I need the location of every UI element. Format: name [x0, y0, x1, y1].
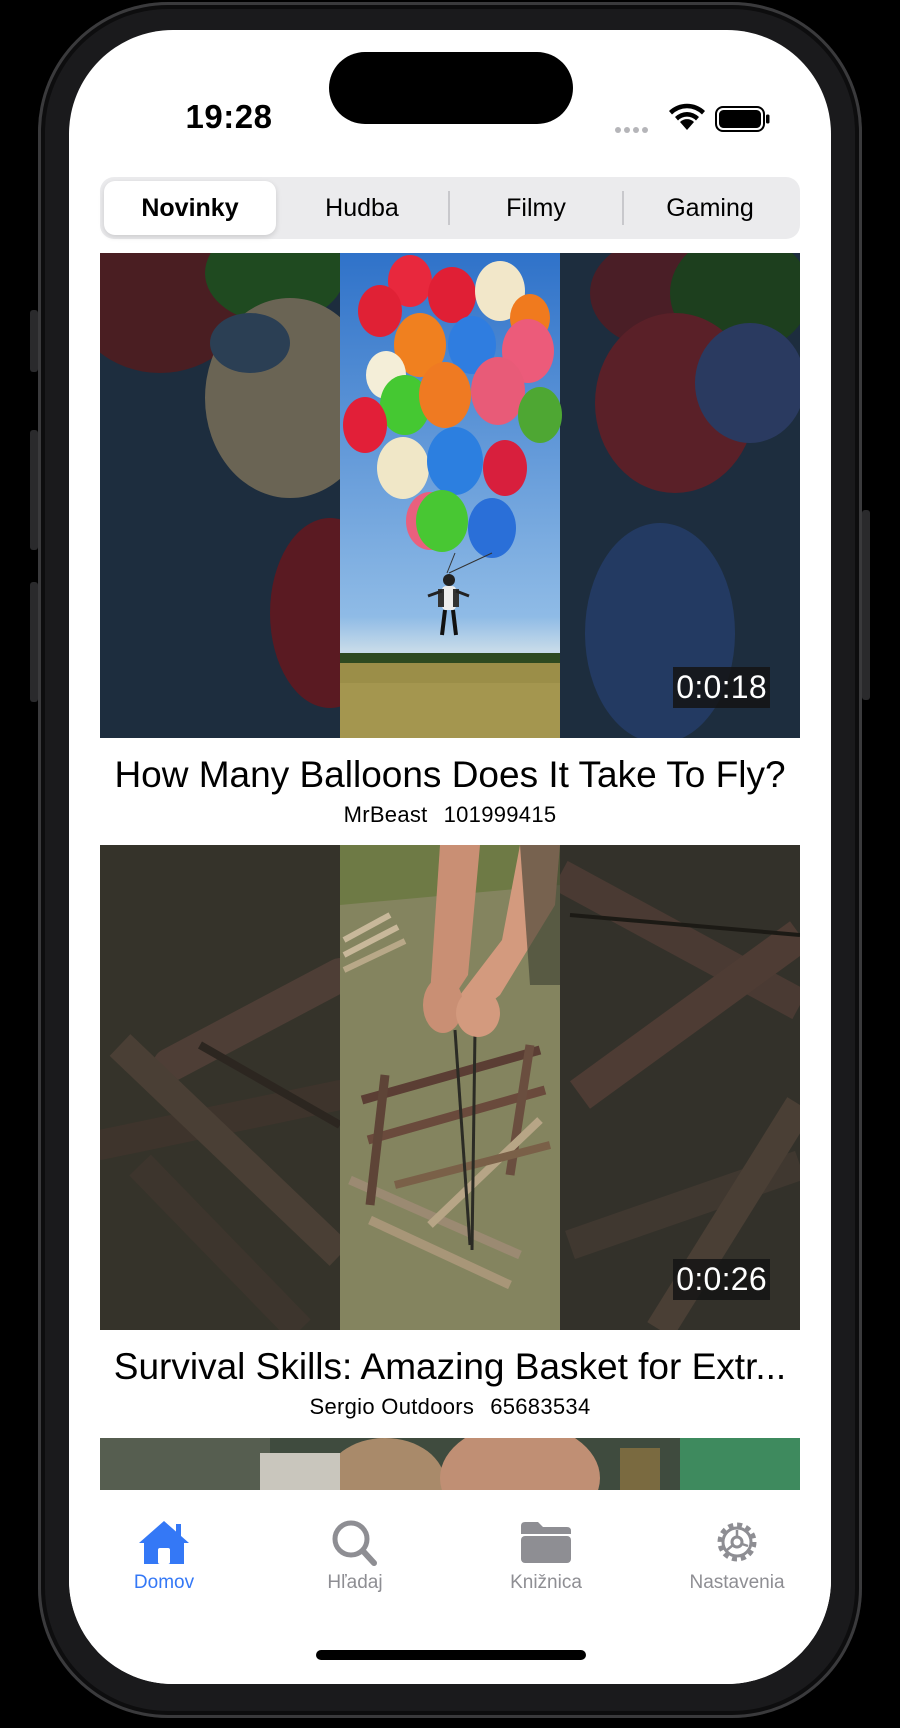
- tab-label: Knižnica: [510, 1572, 582, 1593]
- tab-kniznica[interactable]: Knižnica: [466, 1518, 626, 1594]
- video-duration: 0:0:26: [673, 1259, 770, 1300]
- tab-label: Domov: [133, 1572, 195, 1593]
- tab-hladaj[interactable]: Hľadaj: [275, 1518, 435, 1594]
- basket-thumbnail-image: [100, 845, 800, 1330]
- search-icon: [332, 1520, 377, 1566]
- volume-up-button: [30, 430, 38, 550]
- mute-switch: [30, 310, 38, 372]
- home-indicator[interactable]: [316, 1650, 586, 1660]
- video-thumbnail[interactable]: 0:0:18: [100, 253, 800, 738]
- channel-name: Sergio Outdoors: [309, 1394, 475, 1419]
- dynamic-island: [329, 52, 573, 124]
- house-icon: [139, 1521, 189, 1564]
- wifi-icon: [669, 103, 705, 130]
- video-title[interactable]: How Many Balloons Does It Take To Fly?: [100, 754, 800, 796]
- video-duration: 0:0:18: [673, 667, 770, 708]
- video-meta: MrBeast 101999415: [100, 802, 800, 828]
- channel-name: MrBeast: [343, 802, 428, 827]
- segment-novinky[interactable]: Novinky: [104, 181, 276, 235]
- gear-icon: [717, 1522, 757, 1562]
- segment-filmy[interactable]: Filmy: [450, 181, 622, 235]
- tab-label: Nastavenia: [689, 1572, 785, 1593]
- partial-thumbnail-image: [100, 1438, 800, 1492]
- screen: 19:28 Novinky Hudba Filmy Gaming 0:0:18 …: [69, 30, 831, 1684]
- video-thumbnail[interactable]: 0:0:26: [100, 845, 800, 1330]
- video-feed: 0:0:18 How Many Balloons Does It Take To…: [100, 253, 800, 1420]
- segment-hudba[interactable]: Hudba: [276, 181, 448, 235]
- video-title[interactable]: Survival Skills: Amazing Basket for Extr…: [100, 1346, 800, 1388]
- tab-domov[interactable]: Domov: [84, 1518, 244, 1594]
- view-count: 65683534: [490, 1394, 591, 1419]
- balloons-thumbnail-image: [100, 253, 800, 738]
- folder-icon: [521, 1522, 571, 1563]
- video-card[interactable]: 0:0:18 How Many Balloons Does It Take To…: [100, 253, 800, 828]
- view-count: 101999415: [443, 802, 557, 827]
- cellular-icon: [615, 120, 651, 138]
- video-thumbnail-partial[interactable]: [100, 1438, 800, 1492]
- power-button: [862, 510, 870, 700]
- battery-icon: [715, 106, 770, 132]
- category-segmented-control: Novinky Hudba Filmy Gaming: [100, 177, 800, 239]
- video-meta: Sergio Outdoors 65683534: [100, 1394, 800, 1420]
- tab-nastavenia[interactable]: Nastavenia: [657, 1518, 817, 1594]
- status-time: 19:28: [185, 98, 273, 135]
- video-card[interactable]: 0:0:26 Survival Skills: Amazing Basket f…: [100, 845, 800, 1420]
- tab-label: Hľadaj: [327, 1572, 383, 1593]
- volume-down-button: [30, 582, 38, 702]
- segment-gaming[interactable]: Gaming: [624, 181, 796, 235]
